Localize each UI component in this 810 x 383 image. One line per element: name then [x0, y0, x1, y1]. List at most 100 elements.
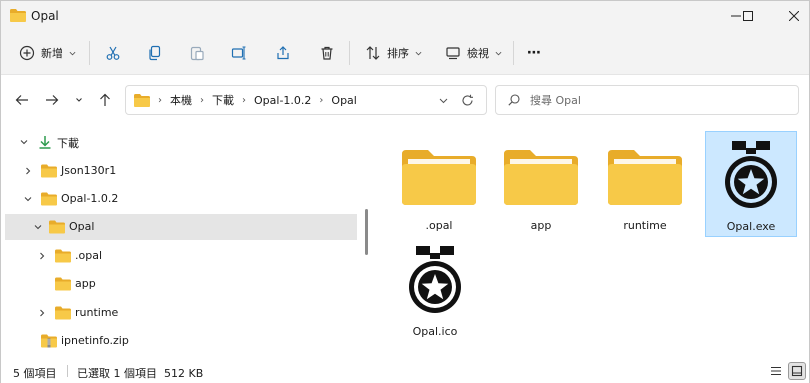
- file-name: .opal: [425, 219, 453, 232]
- breadcrumb-this-pc[interactable]: 本機: [170, 92, 192, 108]
- folder-icon: [49, 220, 65, 234]
- copy-icon: [149, 45, 161, 61]
- tree-item-app[interactable]: app: [5, 271, 357, 297]
- tree-item-opal[interactable]: Opal: [5, 214, 357, 240]
- search-icon: [508, 94, 520, 106]
- nav-pane-scrollbar[interactable]: [365, 209, 368, 255]
- copy-button[interactable]: [147, 41, 163, 65]
- paste-icon: [190, 46, 204, 61]
- file-list: .opal app runtime Opal.exe Opal.ico: [373, 125, 809, 359]
- tiles-view-button[interactable]: [788, 362, 806, 380]
- maximize-button[interactable]: [725, 1, 771, 31]
- tree-item-label: Json130r1: [61, 164, 117, 177]
- tree-item-label: 下載: [57, 137, 79, 150]
- breadcrumb-opal[interactable]: Opal: [331, 94, 356, 107]
- chevron-down-icon: [495, 51, 502, 55]
- chevron-down-icon: [415, 51, 422, 55]
- tree-item-label: ipnetinfo.zip: [61, 334, 129, 347]
- search-placeholder: 搜尋 Opal: [530, 94, 581, 107]
- search-box[interactable]: 搜尋 Opal: [495, 85, 799, 115]
- tree-item-label: runtime: [75, 306, 119, 319]
- more-options-button[interactable]: ⋯: [527, 41, 541, 65]
- breadcrumb-downloads[interactable]: 下載: [212, 92, 234, 108]
- breadcrumb-separator: ›: [242, 94, 246, 106]
- rename-button[interactable]: [231, 41, 247, 65]
- new-button[interactable]: 新增: [19, 41, 76, 65]
- folder-icon: [55, 249, 71, 263]
- breadcrumb-opal-1-0-2[interactable]: Opal-1.0.2: [254, 94, 311, 107]
- arrow-left-icon: [15, 95, 28, 105]
- file-name: app: [530, 219, 552, 232]
- close-icon: [789, 11, 799, 21]
- toolbar-separator: [89, 41, 90, 65]
- file-explorer-window: Opal 新增 排序 檢視 ⋯ › 本機 › 下載 › Opal-1.0.2 ›…: [0, 0, 810, 383]
- tree-item-label: Opal-1.0.2: [61, 192, 119, 205]
- delete-button[interactable]: [319, 41, 335, 65]
- chevron-right-icon[interactable]: [37, 251, 47, 261]
- chevron-down-icon: [69, 51, 76, 55]
- up-button[interactable]: [96, 91, 114, 109]
- chevron-right-icon[interactable]: [37, 308, 47, 318]
- file-item-opal-ico[interactable]: Opal.ico: [389, 237, 481, 343]
- tree-item-label: app: [75, 277, 96, 290]
- cut-button[interactable]: [105, 41, 121, 65]
- file-name: Opal.ico: [412, 325, 458, 338]
- recent-locations-button[interactable]: [70, 91, 88, 109]
- chevron-down-icon[interactable]: [19, 137, 29, 147]
- navigation-pane: 下載 Json130r1 Opal-1.0.2 Opal .opal app r…: [1, 125, 371, 359]
- title-bar: Opal: [1, 1, 809, 31]
- medal-icon: [409, 246, 461, 313]
- address-row: › 本機 › 下載 › Opal-1.0.2 › Opal 搜尋 Opal: [1, 75, 809, 125]
- rename-icon: [231, 46, 246, 60]
- maximize-icon: [743, 11, 753, 21]
- zip-icon: [41, 334, 57, 348]
- status-bar: 5 個項目 已選取 1 個項目 512 KB: [1, 359, 809, 383]
- file-item-runtime[interactable]: runtime: [599, 131, 691, 237]
- close-button[interactable]: [771, 1, 810, 31]
- arrow-right-icon: [46, 95, 59, 105]
- file-item-dot-opal[interactable]: .opal: [393, 131, 485, 237]
- details-view-button[interactable]: [767, 362, 785, 380]
- breadcrumb-separator: ›: [319, 94, 324, 106]
- tree-item-opal-1-0-2[interactable]: Opal-1.0.2: [5, 186, 357, 212]
- item-count: 5 個項目: [13, 367, 57, 380]
- file-item-app[interactable]: app: [495, 131, 587, 237]
- breadcrumb-separator: ›: [158, 94, 162, 106]
- chevron-down-icon[interactable]: [33, 222, 43, 232]
- tree-item-dot-opal[interactable]: .opal: [5, 243, 357, 269]
- download-icon: [39, 136, 51, 149]
- forward-button[interactable]: [43, 91, 61, 109]
- chevron-down-icon[interactable]: [23, 194, 33, 204]
- monitor-icon: [446, 47, 460, 60]
- new-label: 新增: [41, 47, 63, 60]
- scissors-icon: [106, 46, 120, 60]
- sort-button[interactable]: 排序: [365, 41, 422, 65]
- tree-item-label: Opal: [69, 220, 95, 233]
- chevron-down-icon: [76, 98, 82, 102]
- folder-icon: [608, 150, 682, 205]
- chevron-right-icon[interactable]: [23, 166, 33, 176]
- folder-icon: [10, 9, 26, 22]
- chevron-down-icon[interactable]: [439, 96, 448, 105]
- file-name: runtime: [623, 219, 667, 232]
- tree-item-label: .opal: [75, 249, 103, 262]
- tree-item-runtime[interactable]: runtime: [5, 300, 357, 326]
- view-button[interactable]: 檢視: [445, 41, 502, 65]
- sort-icon: [366, 46, 380, 60]
- tree-item-ipnetinfo-zip[interactable]: ipnetinfo.zip: [5, 328, 357, 354]
- toolbar-separator: [349, 41, 350, 65]
- arrow-up-icon: [100, 93, 110, 106]
- back-button[interactable]: [13, 91, 31, 109]
- list-view-icon: [771, 366, 781, 376]
- trash-icon: [321, 46, 333, 60]
- window-title: Opal: [31, 9, 59, 23]
- tree-item-json130r1[interactable]: Json130r1: [5, 158, 357, 184]
- breadcrumb-separator: ›: [200, 94, 204, 106]
- paste-button[interactable]: [189, 41, 205, 65]
- share-button[interactable]: [275, 41, 291, 65]
- file-item-opal-exe[interactable]: Opal.exe: [705, 131, 797, 237]
- view-label: 檢視: [467, 47, 489, 60]
- refresh-icon[interactable]: [461, 94, 474, 107]
- address-bar[interactable]: › 本機 › 下載 › Opal-1.0.2 › Opal: [125, 85, 487, 115]
- tree-item-downloads[interactable]: 下載: [5, 129, 357, 155]
